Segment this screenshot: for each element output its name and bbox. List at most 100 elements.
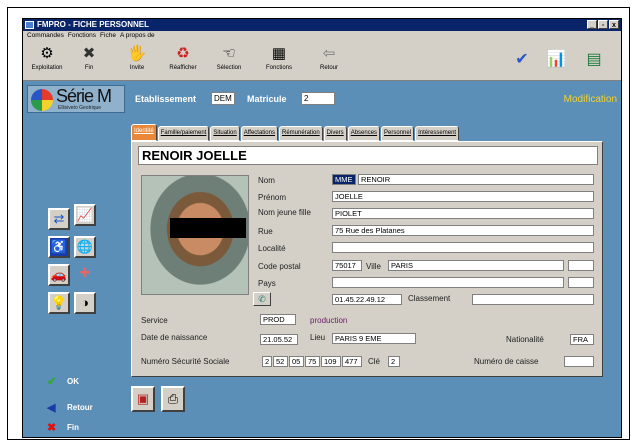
window-controls: _ ▫ x [587,20,619,29]
side-panel: ⇄ 📈 ♿ 🌐 🚗 ✚ 💡 ◑ ✔ OK ◀ Retour ✖ Fin [23,116,126,437]
nss-part-6[interactable]: 477 [342,356,362,367]
title-bar: FMPRO - FICHE PERSONNEL _ ▫ x [23,19,621,31]
classement-field[interactable] [472,294,594,305]
invite-button[interactable]: 🖐 Invite [117,43,157,79]
printer-icon[interactable]: ⎙ [161,386,185,412]
app-icon [25,21,34,29]
nss-part-4[interactable]: 75 [305,356,320,367]
nss-part-2[interactable]: 52 [273,356,288,367]
privacy-bar [170,218,246,238]
selection-icon: ☜ [222,45,236,62]
nationalite-field[interactable]: FRA [570,334,594,345]
calculator-icon[interactable]: ▤ [583,49,605,71]
localite-label: Localité [258,244,286,253]
lieu-field[interactable]: PARIS 9 EME [332,333,416,344]
invite-icon: 🖐 [127,45,147,62]
serie-m-logo: Série M Ellisiveto Geotrique [27,85,125,113]
retour-button[interactable]: ◀ Retour [47,401,93,414]
caisse-field[interactable] [564,356,594,367]
globe-logo-icon [31,89,53,111]
pays-extra-field[interactable] [568,277,594,288]
localite-field[interactable] [332,242,594,253]
header-band: Série M Ellisiveto Geotrique Etablisseme… [23,82,621,116]
tab-personnel[interactable]: Personnel [381,126,415,141]
tab-remuneration[interactable]: Rémunération [278,126,323,141]
app-title: Série M [56,86,112,106]
check-tool-icon[interactable]: ✔ [511,49,533,71]
fin-nav-button[interactable]: ✖ Fin [47,421,79,434]
tab-situation[interactable]: Situation [210,126,240,141]
code-postal-field[interactable]: 75017 [332,260,362,271]
close-button[interactable]: x [609,20,619,29]
service-code-field[interactable]: PROD [260,314,296,325]
retour-toolbar-button[interactable]: ⇦ Retour [309,43,349,79]
ville-label: Ville [366,262,381,271]
civilite-field[interactable]: MME [332,174,356,185]
date-naissance-label: Date de naissance [141,333,208,342]
nom-jeune-fille-field[interactable]: PIOLET [332,208,594,219]
fin-button[interactable]: ✖ Fin [69,43,109,79]
pays-field[interactable] [332,277,564,288]
maximize-button[interactable]: ▫ [598,20,608,29]
tab-divers[interactable]: Divers [323,126,347,141]
menu-fonctions[interactable]: Fonctions [68,31,96,41]
nss-part-1[interactable]: 2 [262,356,272,367]
reafficher-button[interactable]: ♻ Réafficher [163,43,203,79]
ville-extra-field[interactable] [568,260,594,271]
app-window: FMPRO - FICHE PERSONNEL _ ▫ x Commandes … [22,18,622,438]
back-icon: ⇦ [322,45,336,62]
prenom-field[interactable]: JOELLE [332,191,594,202]
pie-icon[interactable]: ◑ [74,292,96,314]
chart-icon[interactable]: 📈 [74,204,96,226]
car-icon[interactable]: 🚗 [48,264,70,286]
check-icon: ✔ [47,376,57,388]
service-label: Service [141,316,168,325]
nss-label: Numéro Sécurité Sociale [141,357,230,366]
exploitation-icon: ⚙ [40,45,54,62]
nationalite-label: Nationalité [506,335,544,344]
selection-button[interactable]: ☜ Sélection [209,43,249,79]
back-arrow-icon: ◀ [47,402,56,414]
refresh-icon: ♻ [176,45,190,62]
menu-fiche[interactable]: Fiche [100,31,116,41]
ok-button[interactable]: ✔ OK [47,375,79,388]
person-transfer-icon[interactable]: ⇄ [48,208,70,230]
tab-absences[interactable]: Absences [347,126,381,141]
prenom-label: Prénom [258,193,287,202]
cle-field[interactable]: 2 [388,356,400,367]
nss-part-5[interactable]: 109 [321,356,341,367]
date-naissance-field[interactable]: 21.05.52 [260,334,298,345]
telephone-field[interactable]: 01.45.22.49.12 [332,294,402,305]
matricule-label: Matricule [247,94,287,104]
medical-cross-icon[interactable]: ✚ [74,264,96,286]
service-description: production [310,316,348,325]
matricule-field[interactable]: 2 [301,92,335,105]
pays-label: Pays [258,279,276,288]
minimize-button[interactable]: _ [587,20,597,29]
book-icon[interactable]: ▣ [131,386,155,412]
menu-commandes[interactable]: Commandes [27,31,64,41]
tab-famille-paiement[interactable]: Famille/paiement [157,126,210,141]
menu-a-propos[interactable]: A propos de [120,31,155,41]
exploitation-button[interactable]: ⚙ Exploitation [27,43,67,79]
fin-icon: ✖ [82,45,96,62]
ville-field[interactable]: PARIS [388,260,564,271]
presentation-icon[interactable]: 📊 [545,49,567,71]
etablissement-field[interactable]: DEM [211,92,235,105]
window-title: FMPRO - FICHE PERSONNEL [37,20,150,29]
phone-icon[interactable]: ✆ [253,292,271,306]
nom-field[interactable]: RENOIR [358,174,594,185]
full-name-display: RENOIR JOELLE [138,146,598,165]
globe-icon[interactable]: 🌐 [74,236,96,258]
accessibility-icon[interactable]: ♿ [48,236,70,258]
tab-interessement[interactable]: Intéressement [415,126,460,141]
nss-part-3[interactable]: 05 [289,356,304,367]
bottom-actions: ▣ ⎙ [131,386,185,412]
tab-affectations[interactable]: Affectations [240,126,278,141]
tab-identite[interactable]: Identité [131,124,157,141]
fonctions-button[interactable]: ▦ Fonctions [259,43,299,79]
rue-field[interactable]: 75 Rue des Platanes [332,225,594,236]
lightbulb-icon[interactable]: 💡 [48,292,70,314]
classement-label: Classement [408,294,451,303]
mode-indicator: Modification [563,94,617,105]
